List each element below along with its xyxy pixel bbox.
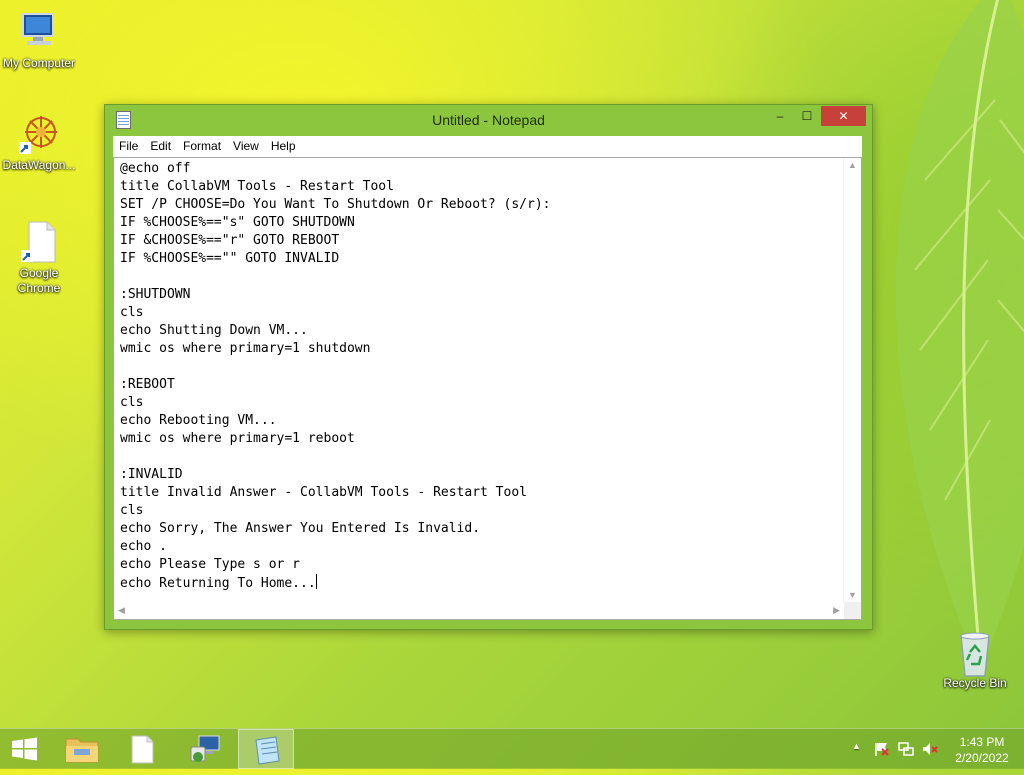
desktop-icon-label: Recycle Bin xyxy=(943,676,1007,690)
window-title: Untitled - Notepad xyxy=(432,112,545,128)
text-editor[interactable]: @echo off title CollabVM Tools - Restart… xyxy=(113,157,862,620)
editor-content: @echo off title CollabVM Tools - Restart… xyxy=(120,161,551,591)
desktop-icon-recycle-bin[interactable]: Recycle Bin xyxy=(933,630,1017,691)
scroll-down-icon[interactable]: ▼ xyxy=(848,590,857,600)
notepad-icon xyxy=(255,736,280,765)
scroll-right-icon[interactable]: ▶ xyxy=(833,605,840,616)
menu-help[interactable]: Help xyxy=(265,136,302,153)
desktop-icon-google-chrome[interactable]: Google Chrome xyxy=(0,220,81,296)
editor-text[interactable]: @echo off title CollabVM Tools - Restart… xyxy=(120,160,839,601)
clock-date: 2/20/2022 xyxy=(955,751,1009,765)
clock[interactable]: 1:43 PM 2/20/2022 xyxy=(944,734,1020,766)
action-center-flag-icon[interactable] xyxy=(874,741,890,757)
taskbar-file-explorer[interactable] xyxy=(54,729,110,769)
taskbar-network-tool[interactable] xyxy=(177,729,233,769)
taskbar-blank-document[interactable] xyxy=(114,729,170,769)
document-shortcut-icon xyxy=(17,220,61,264)
document-icon xyxy=(131,735,154,764)
title-bar[interactable]: Untitled - Notepad – ☐ ✕ xyxy=(105,105,872,136)
maximize-button[interactable]: ☐ xyxy=(794,106,820,126)
folder-icon xyxy=(65,738,99,763)
taskbar-notepad[interactable] xyxy=(238,729,294,769)
menu-edit[interactable]: Edit xyxy=(144,136,177,153)
taskbar: ▲ 1:43 PM 2/20/2022 xyxy=(0,728,1024,769)
minimize-button[interactable]: – xyxy=(767,106,793,126)
computer-icon xyxy=(17,10,61,54)
menu-bar: File Edit Format View Help xyxy=(113,136,862,158)
close-button[interactable]: ✕ xyxy=(821,106,866,126)
start-button[interactable] xyxy=(0,729,50,769)
desktop-icon-label: DataWagon... xyxy=(2,158,76,172)
desktop-icon-label: Google Chrome xyxy=(17,266,61,295)
desktop-icon-label: My Computer xyxy=(2,56,76,70)
clock-time: 1:43 PM xyxy=(959,735,1005,749)
menu-format[interactable]: Format xyxy=(177,136,227,153)
system-tray: ▲ xyxy=(846,729,942,769)
menu-view[interactable]: View xyxy=(227,136,265,153)
desktop-icon-datawagon[interactable]: DataWagon... xyxy=(0,112,81,173)
datawagon-icon xyxy=(17,112,61,156)
volume-muted-icon[interactable] xyxy=(922,741,938,757)
menu-file[interactable]: File xyxy=(113,136,144,153)
horizontal-scrollbar[interactable]: ◀ ▶ xyxy=(114,602,844,619)
vertical-scrollbar[interactable]: ▲ ▼ xyxy=(843,158,861,602)
desktop-icon-my-computer[interactable]: My Computer xyxy=(0,10,81,71)
windows-logo-icon xyxy=(12,737,37,761)
show-hidden-icons-icon[interactable]: ▲ xyxy=(852,741,861,751)
network-computer-icon xyxy=(190,735,220,762)
scroll-left-icon[interactable]: ◀ xyxy=(118,605,125,616)
scrollbar-corner xyxy=(844,602,861,619)
text-caret xyxy=(315,574,317,589)
notepad-window[interactable]: Untitled - Notepad – ☐ ✕ File Edit Format V… xyxy=(104,104,873,630)
network-icon[interactable] xyxy=(898,741,914,757)
scroll-up-icon[interactable]: ▲ xyxy=(848,160,857,170)
recycle-bin-icon xyxy=(953,630,997,677)
